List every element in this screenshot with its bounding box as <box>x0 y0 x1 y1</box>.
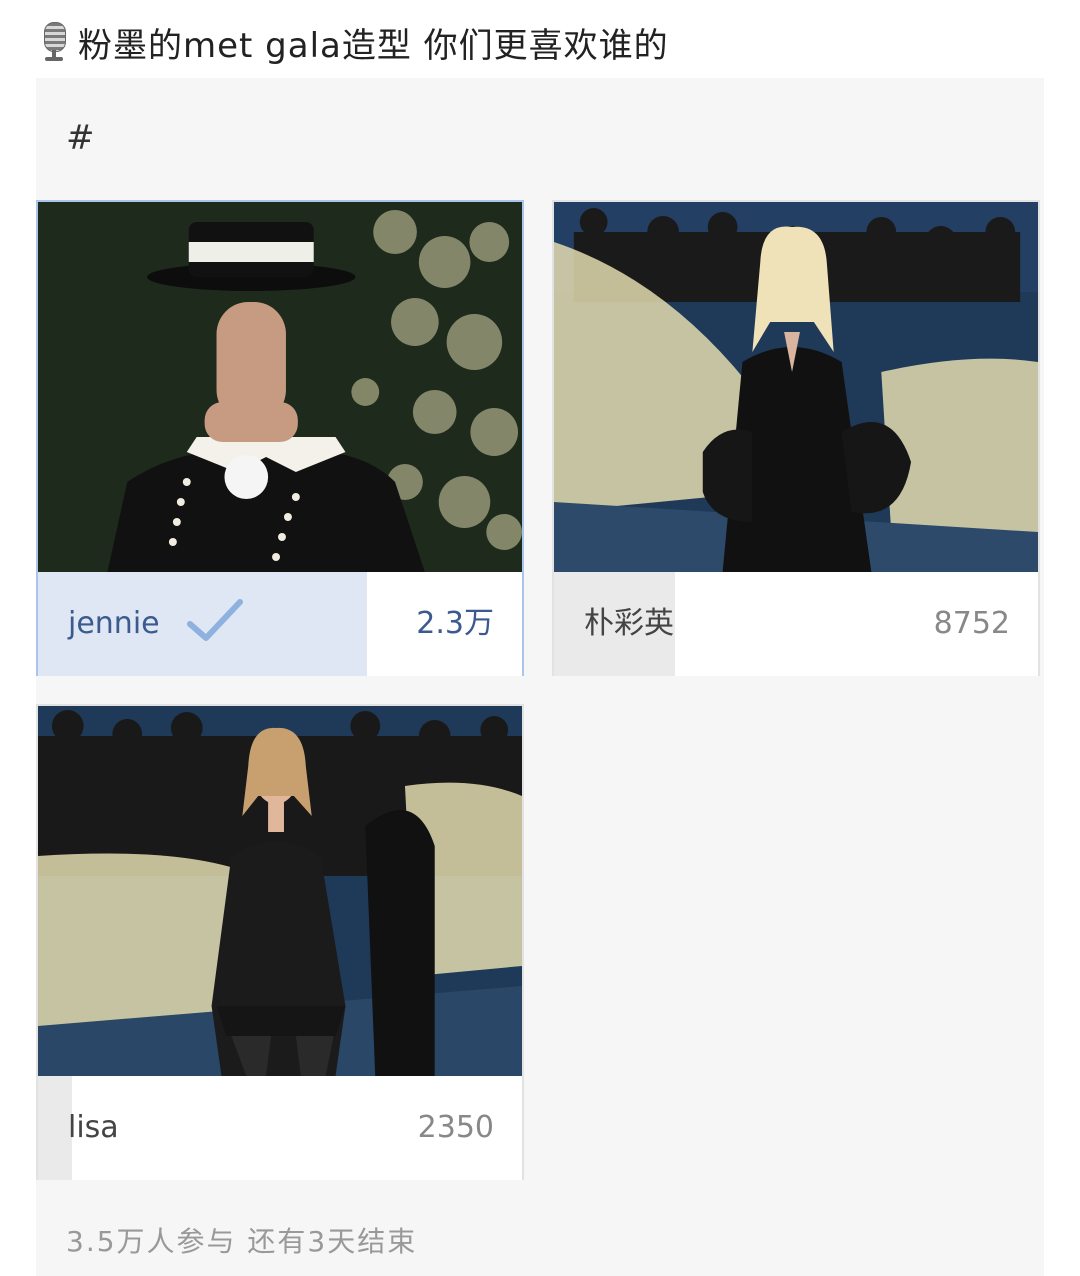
poll-option-jennie[interactable]: jennie 2.3万 <box>36 200 524 676</box>
option-photo-lisa <box>38 706 522 1076</box>
option-photo-park-chaeyoung <box>554 202 1038 572</box>
vote-count: 2.3万 <box>416 606 494 641</box>
poll-option-park-chaeyoung[interactable]: 朴彩英 8752 <box>552 200 1040 676</box>
vote-count: 8752 <box>933 606 1010 641</box>
option-photo-jennie <box>38 202 522 572</box>
option-result-bar: lisa 2350 <box>38 1076 522 1180</box>
poll-title: 粉墨的met gala造型 你们更喜欢谁的 <box>78 25 669 66</box>
option-name: 朴彩英 <box>584 606 674 641</box>
poll-title-row: 粉墨的met gala造型 你们更喜欢谁的 <box>40 14 669 70</box>
result-fill <box>38 1076 72 1180</box>
option-name: lisa <box>68 1110 119 1145</box>
option-name: jennie <box>68 606 160 641</box>
option-result-bar: jennie 2.3万 <box>38 572 522 676</box>
microphone-icon <box>40 22 68 62</box>
checkmark-icon <box>187 599 243 641</box>
poll-option-lisa[interactable]: lisa 2350 <box>36 704 524 1180</box>
option-result-bar: 朴彩英 8752 <box>554 572 1038 676</box>
hashtag-link[interactable]: # <box>66 118 95 158</box>
vote-count: 2350 <box>417 1110 494 1145</box>
poll-panel: # jennie 2.3万 朴彩英 8752 lisa 2350 3.5万人参与… <box>36 78 1044 1276</box>
poll-footer-status: 3.5万人参与 还有3天结束 <box>66 1225 418 1258</box>
